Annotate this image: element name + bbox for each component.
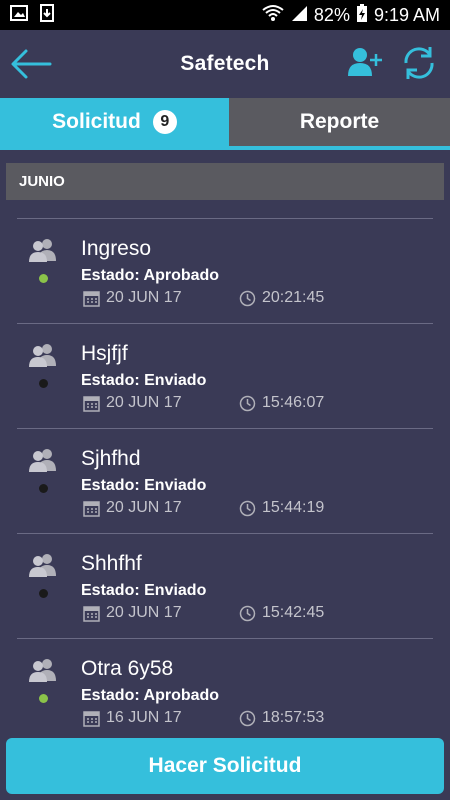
add-user-icon xyxy=(348,48,382,76)
calendar-icon xyxy=(83,290,100,307)
status-dot xyxy=(39,274,48,283)
app-bar: Safetech xyxy=(0,30,450,98)
date-text: 20 JUN 17 xyxy=(106,289,182,306)
item-date: 20 JUN 17 xyxy=(83,604,182,622)
list-item[interactable]: Otra 6y58 Estado: Aprobado 16 JUN 17 18:… xyxy=(17,638,433,743)
make-request-button[interactable]: Hacer Solicitud xyxy=(6,738,444,794)
clock-icon xyxy=(239,605,256,621)
wifi-icon xyxy=(262,4,284,27)
add-user-button[interactable] xyxy=(346,44,384,82)
time-text: 15:42:45 xyxy=(262,604,325,621)
date-text: 20 JUN 17 xyxy=(106,604,182,621)
arrow-left-icon xyxy=(11,49,52,79)
item-status: Estado: Aprobado xyxy=(81,687,220,704)
tab-reporte[interactable]: Reporte xyxy=(229,98,450,146)
count-badge: 9 xyxy=(152,110,177,134)
date-text: 16 JUN 17 xyxy=(106,709,182,726)
image-notification-icon xyxy=(10,4,28,27)
calendar-icon xyxy=(83,395,100,412)
tab-label: Reporte xyxy=(299,110,380,133)
users-icon xyxy=(29,344,56,367)
status-dot xyxy=(39,589,48,598)
status-bar: 82% 9:19 AM xyxy=(0,0,450,30)
item-date: 20 JUN 17 xyxy=(83,289,182,307)
item-time: 15:46:07 xyxy=(239,394,324,412)
time-text: 15:46:07 xyxy=(262,394,325,411)
item-status: Estado: Enviado xyxy=(81,582,207,599)
tab-solicitud[interactable]: Solicitud 9 xyxy=(0,98,229,146)
calendar-icon xyxy=(83,605,100,622)
time-text: 20:21:45 xyxy=(262,289,325,306)
page-title: Safetech xyxy=(180,52,270,75)
status-dot xyxy=(39,484,48,493)
time-text: 18:57:53 xyxy=(262,709,325,726)
item-time: 20:21:45 xyxy=(239,289,324,307)
calendar-icon xyxy=(83,500,100,517)
battery-percentage: 82% xyxy=(313,4,350,25)
section-label: JUNIO xyxy=(19,173,65,190)
tab-label: Solicitud xyxy=(52,110,141,133)
item-time: 15:42:45 xyxy=(239,604,324,622)
users-icon xyxy=(29,449,56,472)
clock: 9:19 AM xyxy=(373,4,440,25)
download-notification-icon xyxy=(38,3,56,27)
users-icon xyxy=(29,554,56,577)
status-dot xyxy=(39,379,48,388)
refresh-icon xyxy=(404,47,434,79)
refresh-button[interactable] xyxy=(400,44,438,82)
item-title: Hsjfjf xyxy=(81,342,128,365)
list-item[interactable]: Ingreso Estado: Aprobado 20 JUN 17 20:21… xyxy=(17,218,433,323)
item-date: 20 JUN 17 xyxy=(83,394,182,412)
item-title: Sjhfhd xyxy=(81,447,141,470)
clock-icon xyxy=(239,290,256,306)
back-button[interactable] xyxy=(10,42,54,86)
item-time: 18:57:53 xyxy=(239,709,324,727)
list-item[interactable]: Sjhfhd Estado: Enviado 20 JUN 17 15:44:1… xyxy=(17,428,433,533)
clock-icon xyxy=(239,500,256,516)
item-time: 15:44:19 xyxy=(239,499,324,517)
list-item[interactable]: Hsjfjf Estado: Enviado 20 JUN 17 15:46:0… xyxy=(17,323,433,428)
signal-icon xyxy=(290,4,308,27)
date-text: 20 JUN 17 xyxy=(106,499,182,516)
month-section-header: JUNIO xyxy=(6,163,444,200)
item-status: Estado: Aprobado xyxy=(81,267,220,284)
users-icon xyxy=(29,239,56,262)
item-title: Shhfhf xyxy=(81,552,142,575)
users-icon xyxy=(29,659,56,682)
tab-bar: Solicitud 9 Reporte xyxy=(0,98,450,150)
calendar-icon xyxy=(83,710,100,727)
item-status: Estado: Enviado xyxy=(81,372,207,389)
item-date: 16 JUN 17 xyxy=(83,709,182,727)
clock-icon xyxy=(239,395,256,411)
status-dot xyxy=(39,694,48,703)
request-list: Ingreso Estado: Aprobado 20 JUN 17 20:21… xyxy=(17,218,433,743)
item-title: Otra 6y58 xyxy=(81,657,174,680)
time-text: 15:44:19 xyxy=(262,499,325,516)
date-text: 20 JUN 17 xyxy=(106,394,182,411)
item-status: Estado: Enviado xyxy=(81,477,207,494)
item-date: 20 JUN 17 xyxy=(83,499,182,517)
battery-charging-icon xyxy=(356,3,368,28)
item-title: Ingreso xyxy=(81,237,152,260)
clock-icon xyxy=(239,710,256,726)
list-item[interactable]: Shhfhf Estado: Enviado 20 JUN 17 15:42:4… xyxy=(17,533,433,638)
